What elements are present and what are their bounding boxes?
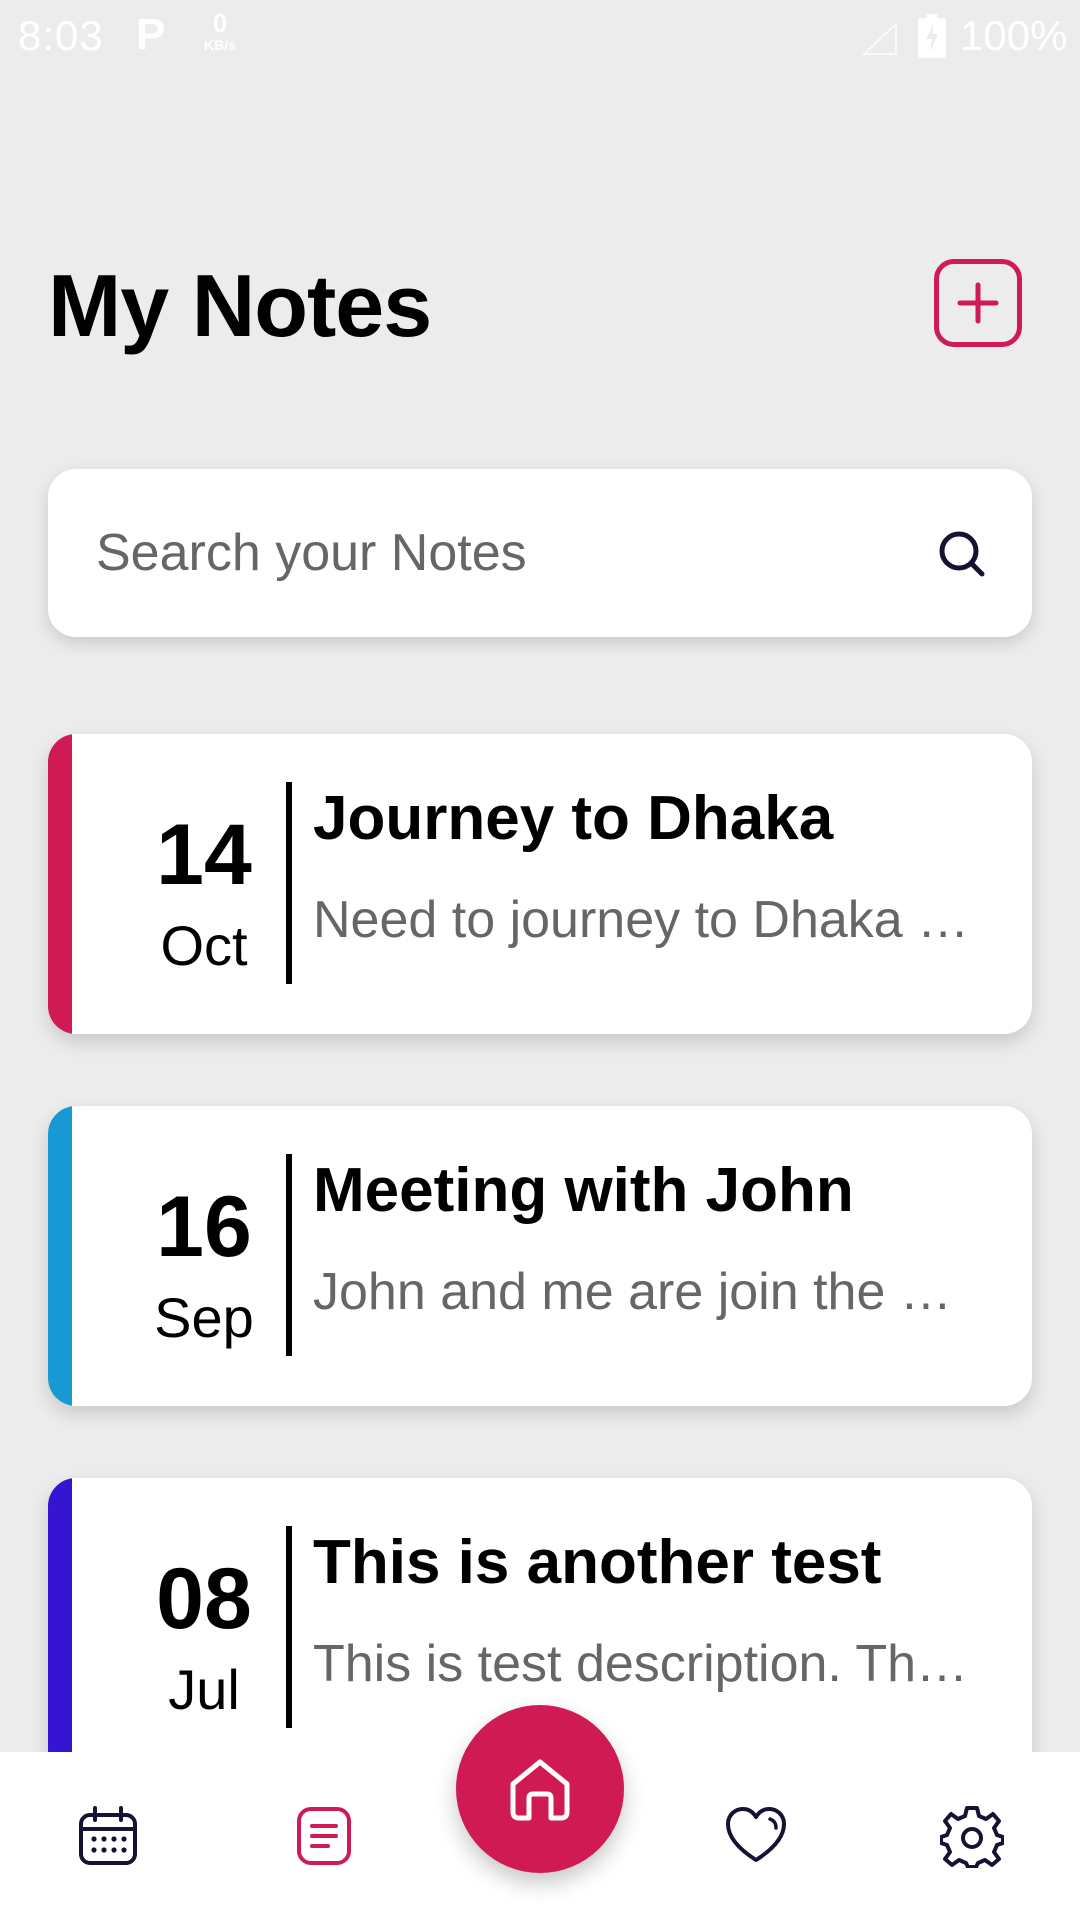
note-card[interactable]: 16 Sep Meeting with John John and me are… <box>48 1106 1032 1406</box>
note-date-day: 08 <box>156 1551 252 1647</box>
network-speed-value: 0 <box>212 8 228 38</box>
notes-icon[interactable] <box>292 1804 356 1868</box>
home-icon <box>510 1759 570 1821</box>
note-date-day: 16 <box>156 1179 252 1275</box>
gear-icon[interactable] <box>940 1804 1004 1868</box>
note-date-month: Oct <box>160 914 248 977</box>
note-date-month: Jul <box>168 1658 240 1721</box>
heart-icon[interactable] <box>724 1804 788 1868</box>
add-note-button[interactable] <box>934 259 1022 347</box>
network-speed: 0 KB/s <box>196 10 244 52</box>
note-accent-bar <box>48 1478 72 1778</box>
signal-icon <box>862 22 897 55</box>
battery-percentage: 100% <box>960 12 1068 59</box>
battery-charging-icon <box>918 14 946 58</box>
search-icon[interactable] <box>936 528 988 580</box>
note-description: Need to journey to Dhaka … <box>313 891 970 949</box>
note-divider <box>286 1526 292 1728</box>
note-title: This is another test <box>313 1528 882 1597</box>
status-bar: 8:03 P 0 KB/s 100% <box>0 0 1080 76</box>
note-divider <box>286 1154 292 1356</box>
search-box[interactable] <box>48 469 1032 637</box>
app-badge: P <box>136 10 166 59</box>
note-date-day: 14 <box>156 807 252 903</box>
network-speed-unit: KB/s <box>204 37 236 53</box>
note-divider <box>286 782 292 984</box>
status-time: 8:03 <box>18 12 104 59</box>
page-title: My Notes <box>48 256 432 355</box>
note-accent-bar <box>48 734 72 1034</box>
note-title: Meeting with John <box>313 1156 854 1225</box>
note-date-month: Sep <box>154 1286 254 1349</box>
note-card[interactable]: 14 Oct Journey to Dhaka Need to journey … <box>48 734 1032 1034</box>
search-input[interactable] <box>96 517 896 589</box>
note-accent-bar <box>48 1106 72 1406</box>
calendar-icon[interactable] <box>76 1804 140 1868</box>
note-title: Journey to Dhaka <box>313 784 834 853</box>
note-description: This is test description. Th… <box>313 1635 969 1693</box>
plus-icon <box>957 282 999 324</box>
note-description: John and me are join the … <box>313 1263 952 1321</box>
home-button[interactable] <box>456 1705 624 1873</box>
